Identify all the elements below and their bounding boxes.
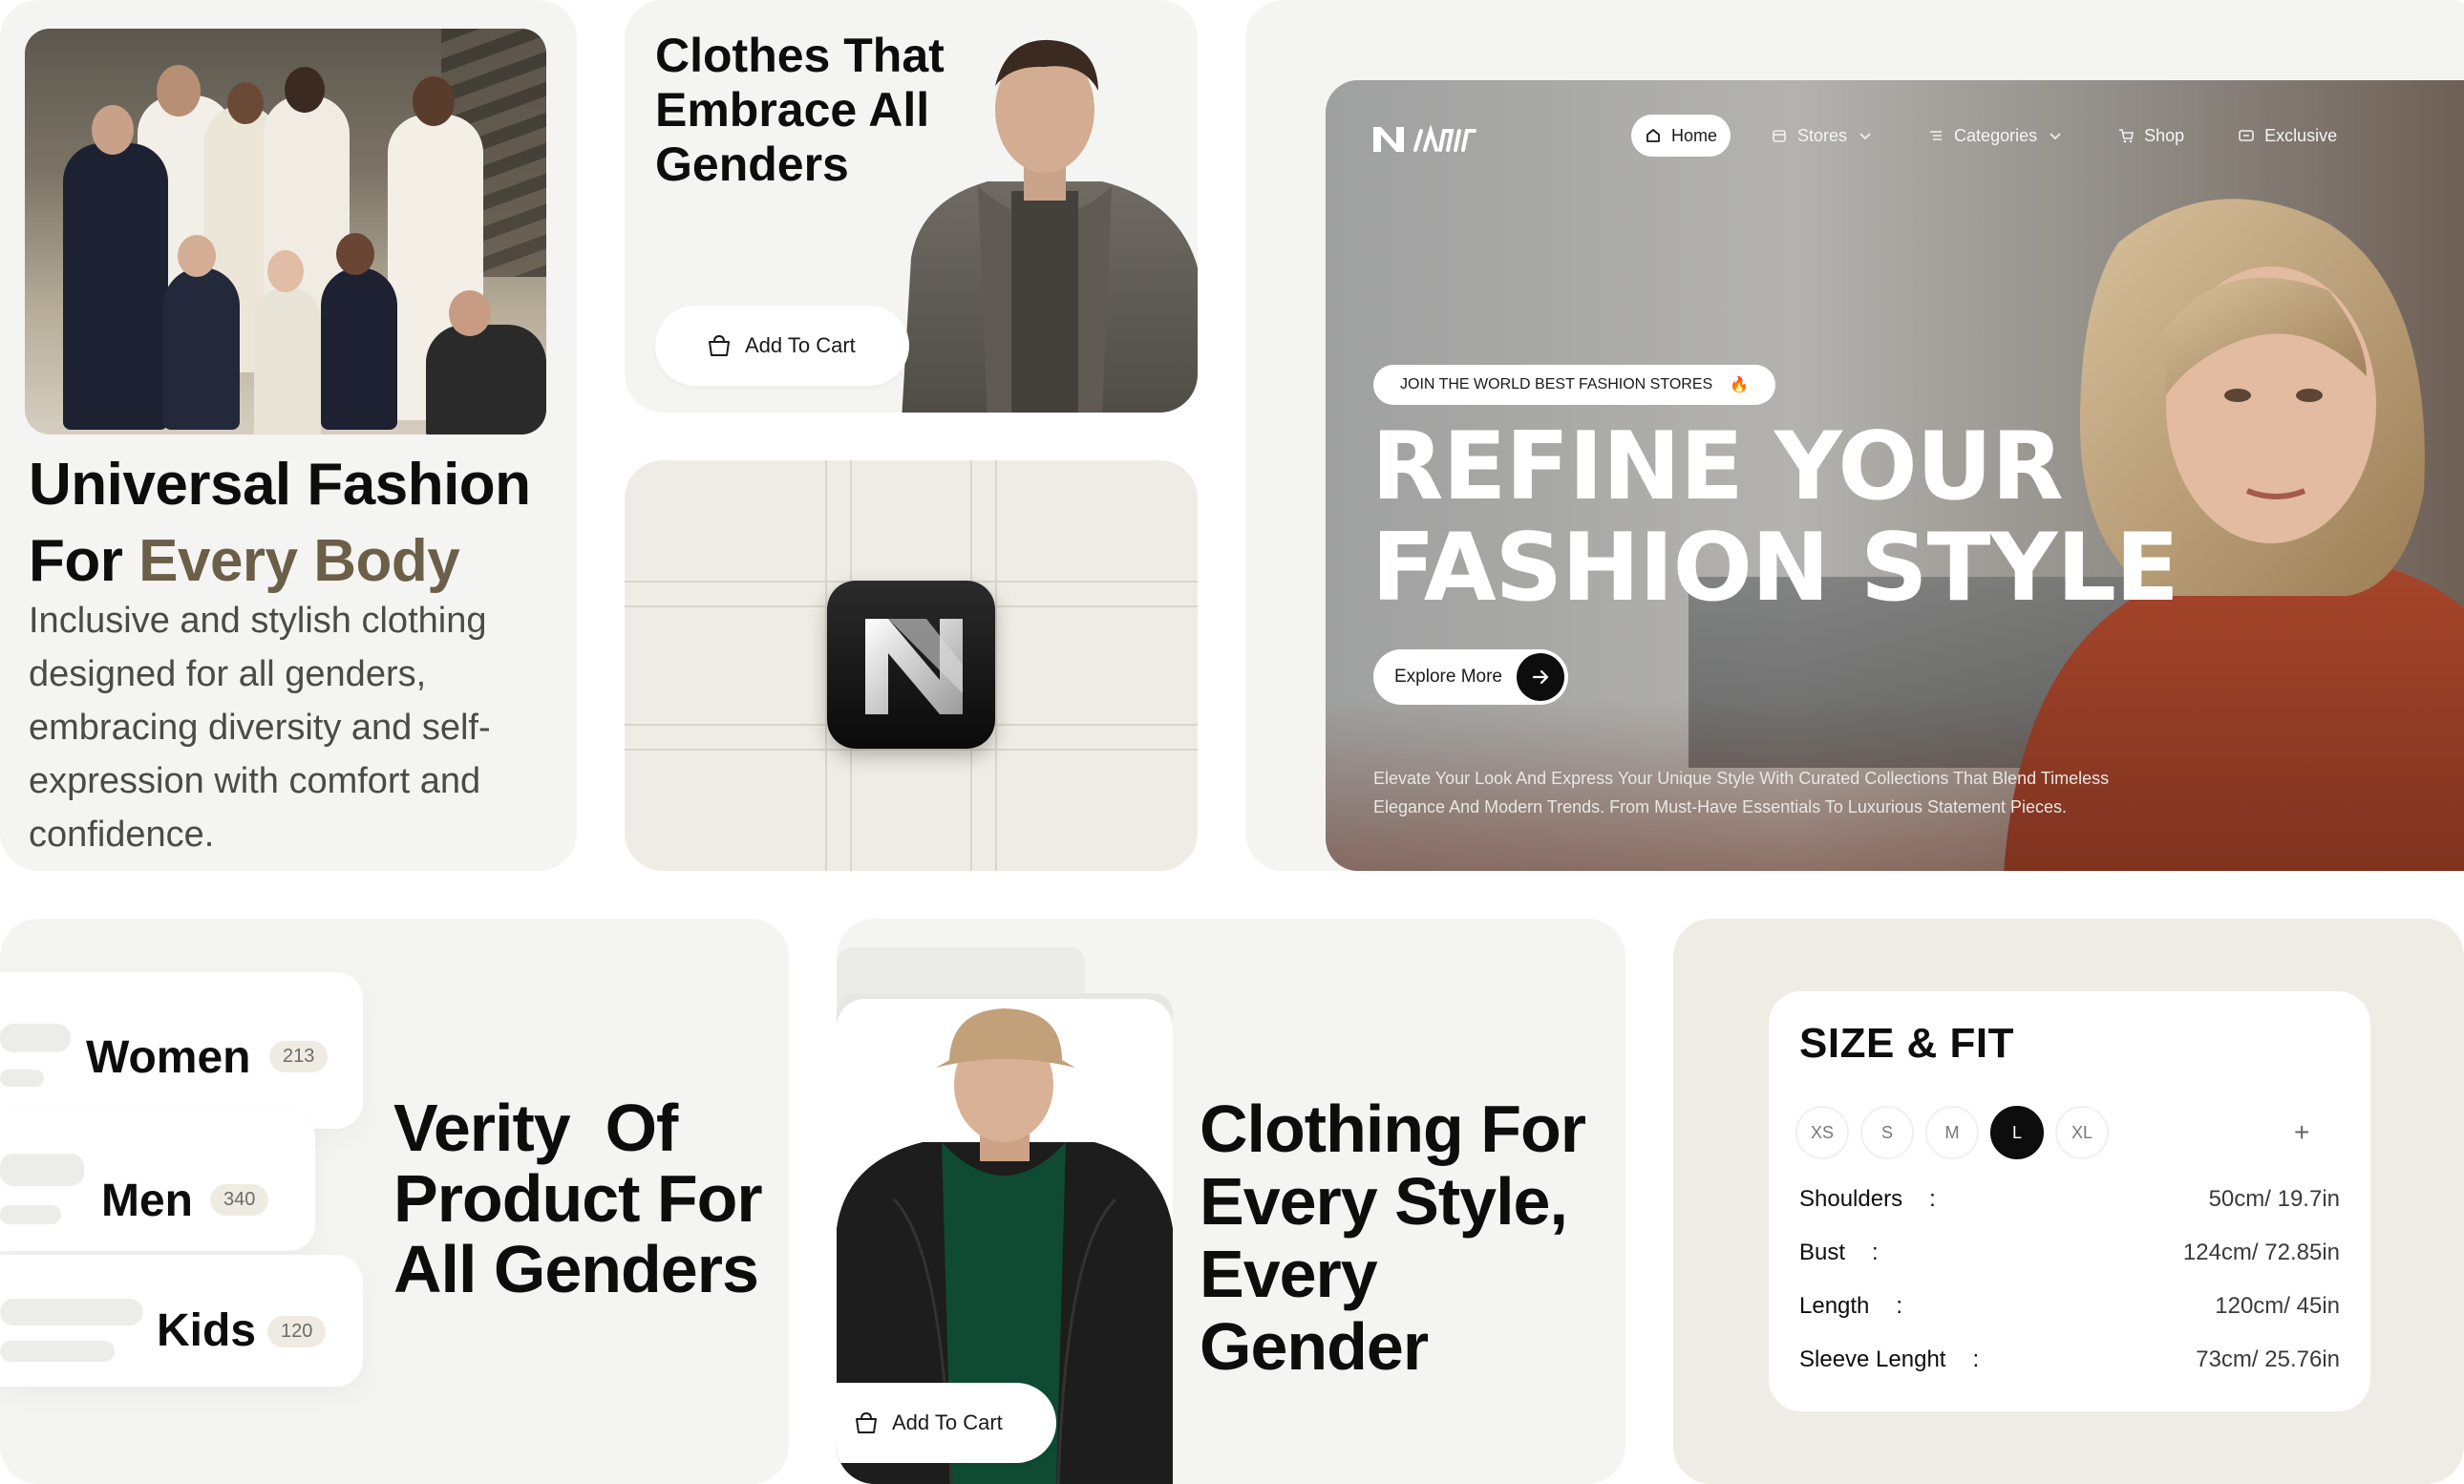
add-to-cart-button[interactable]: Add To Cart <box>837 1383 1056 1463</box>
nav-exclusive-label: Exclusive <box>2264 125 2338 145</box>
category-women[interactable]: Women 213 <box>0 972 363 1129</box>
category-men-label: Men <box>101 1176 193 1226</box>
nav-categories[interactable]: Categories <box>1914 115 2077 157</box>
every-style-card: Add To Cart Clothing For Every Style, Ev… <box>837 919 1625 1484</box>
plus-icon[interactable]: + <box>2294 1117 2309 1148</box>
fire-icon: 🔥 <box>1730 377 1750 393</box>
nav-categories-label: Categories <box>1954 125 2038 145</box>
measurement-row: Shoulders: 50cm/ 19.7in <box>1799 1186 2340 1212</box>
list-icon <box>1930 131 1943 140</box>
measurement-row: Sleeve Lenght: 73cm/ 25.76in <box>1799 1346 2340 1372</box>
size-fit-title: SIZE & FIT <box>1799 1020 2014 1067</box>
nav-stores[interactable]: Stores <box>1757 115 1887 157</box>
category-men[interactable]: Men 340 <box>0 1112 315 1251</box>
category-women-label: Women <box>86 1032 251 1083</box>
nav-home[interactable]: Home <box>1631 115 1731 157</box>
measurement-label: Bust <box>1799 1240 1846 1265</box>
size-fit-card: SIZE & FIT XS S M L XL + Shoulders: 50cm… <box>1673 919 2464 1484</box>
nav-exclusive[interactable]: Exclusive <box>2224 115 2350 157</box>
nav-shop[interactable]: Shop <box>2104 115 2198 157</box>
n-logo-icon <box>1373 127 1404 152</box>
shopping-bag-icon <box>709 334 730 356</box>
measurement-value: 50cm/ 19.7in <box>2208 1186 2340 1212</box>
hero-description: Elevate Your Look And Express Your Uniqu… <box>1373 769 2110 816</box>
every-style-title: Clothing For Every Style, Every Gender <box>1200 1092 1586 1384</box>
hero-badge: JOIN THE WORLD BEST FASHION STORES 🔥 <box>1373 365 1776 405</box>
add-to-cart-button[interactable]: Add To Cart <box>655 306 909 386</box>
size-fit-panel: SIZE & FIT XS S M L XL + Shoulders: 50cm… <box>1769 991 2370 1411</box>
size-option-xl[interactable]: XL <box>2055 1106 2109 1159</box>
chevron-down-icon <box>2050 133 2061 140</box>
size-option-xs[interactable]: XS <box>1795 1106 1849 1159</box>
verity-of-product-title: Verity Of Product For All Genders <box>393 1091 763 1306</box>
hero-brand-logo[interactable] <box>1371 120 1478 159</box>
group-fashion-photo <box>25 29 546 435</box>
measurement-row: Bust: 124cm/ 72.85in <box>1799 1240 2340 1265</box>
shopping-bag-icon <box>856 1411 877 1433</box>
size-option-s[interactable]: S <box>1860 1106 1914 1159</box>
universal-fashion-title: Universal Fashion For Every Body <box>29 447 531 600</box>
title-accent: Every Body <box>138 528 460 594</box>
arrow-right-icon <box>1517 653 1564 701</box>
main-navigation: Home Stores Categories Shop Exclusive <box>1631 115 2350 157</box>
model-puffer-coat-photo <box>902 39 1198 413</box>
explore-more-label: Explore More <box>1394 667 1502 687</box>
add-to-cart-label: Add To Cart <box>745 333 856 357</box>
measurement-value: 124cm/ 72.85in <box>2182 1240 2340 1265</box>
category-kids-label: Kids <box>157 1305 257 1356</box>
add-to-cart-label: Add To Cart <box>892 1410 1003 1434</box>
size-selector: XS S M L XL <box>1795 1106 2109 1159</box>
size-option-l[interactable]: L <box>1990 1106 2044 1159</box>
home-icon <box>1646 129 1660 142</box>
nav-shop-label: Shop <box>2144 125 2185 145</box>
title-line-2: For Every Body <box>29 528 460 594</box>
embrace-genders-card: Clothes That Embrace All Genders Add To … <box>625 0 1198 413</box>
hero-badge-text: JOIN THE WORLD BEST FASHION STORES <box>1400 376 1713 392</box>
measurement-value: 120cm/ 45in <box>2215 1293 2340 1319</box>
store-icon <box>1773 130 1786 142</box>
nav-home-label: Home <box>1671 125 1718 145</box>
hero-headline: REFINE YOUR FASHION STYLE <box>1371 413 2179 623</box>
nav-stores-label: Stores <box>1797 125 1848 145</box>
brand-logo-card <box>625 460 1198 871</box>
universal-fashion-description: Inclusive and stylish clothing designed … <box>29 601 491 855</box>
measurement-label: Shoulders <box>1799 1186 1903 1212</box>
hero-headline-line-1: REFINE YOUR <box>1371 413 2064 521</box>
brand-wordmark-icon <box>1413 125 1476 152</box>
measurement-label: Length <box>1799 1293 1870 1319</box>
category-kids[interactable]: Kids 120 <box>0 1255 363 1387</box>
explore-more-button[interactable]: Explore More <box>1373 649 1568 705</box>
category-kids-count: 120 <box>267 1316 327 1347</box>
category-men-count: 340 <box>210 1184 269 1216</box>
brand-logo-icon <box>827 581 995 749</box>
chevron-down-icon <box>1859 133 1871 140</box>
hero-headline-line-2: FASHION STYLE <box>1371 514 2179 623</box>
measurement-row: Length: 120cm/ 45in <box>1799 1293 2340 1319</box>
hero-banner: Home Stores Categories Shop Exclusive JO… <box>1326 80 2464 871</box>
measurement-value: 73cm/ 25.76in <box>2196 1346 2340 1372</box>
universal-fashion-card: Universal Fashion For Every Body Inclusi… <box>0 0 577 871</box>
title-line-1: Universal Fashion <box>29 452 531 518</box>
ticket-icon <box>2239 130 2254 141</box>
cart-icon <box>2119 129 2135 143</box>
category-women-count: 213 <box>269 1041 329 1072</box>
size-option-m[interactable]: M <box>1925 1106 1979 1159</box>
measurement-label: Sleeve Lenght <box>1799 1346 1946 1372</box>
n-logo-mark-icon <box>865 619 963 714</box>
